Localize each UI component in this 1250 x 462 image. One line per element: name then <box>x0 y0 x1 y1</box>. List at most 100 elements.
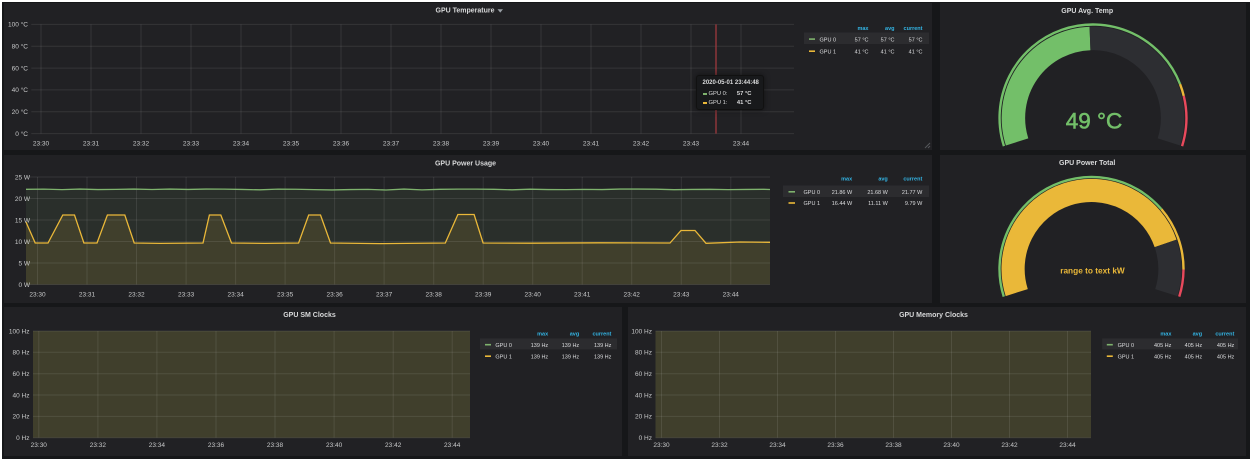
svg-text:80 °C: 80 °C <box>12 43 29 51</box>
svg-text:21.77 W: 21.77 W <box>902 190 923 196</box>
svg-text:23:41: 23:41 <box>583 140 600 147</box>
svg-text:41 °C: 41 °C <box>909 49 923 55</box>
svg-text:139 Hz: 139 Hz <box>531 343 549 349</box>
svg-text:GPU SM Clocks: GPU SM Clocks <box>283 312 336 319</box>
svg-text:100 Hz: 100 Hz <box>9 328 30 335</box>
svg-text:23:37: 23:37 <box>376 291 393 298</box>
svg-text:23:37: 23:37 <box>383 140 400 147</box>
svg-text:40 Hz: 40 Hz <box>13 392 30 399</box>
svg-text:current: current <box>903 176 922 182</box>
svg-text:GPU Temperature: GPU Temperature <box>436 7 495 14</box>
svg-text:23:40: 23:40 <box>326 442 343 449</box>
svg-text:GPU 0: GPU 0 <box>820 37 837 43</box>
svg-text:139 Hz: 139 Hz <box>594 343 612 349</box>
svg-text:20 °C: 20 °C <box>12 108 29 116</box>
svg-text:100 Hz: 100 Hz <box>631 328 652 335</box>
svg-text:21.86 W: 21.86 W <box>832 190 853 196</box>
svg-text:GPU Power Total: GPU Power Total <box>1059 160 1115 167</box>
svg-text:57 °C: 57 °C <box>909 37 923 43</box>
svg-text:60 Hz: 60 Hz <box>635 371 652 378</box>
svg-text:60 °C: 60 °C <box>12 64 29 72</box>
svg-text:0 °C: 0 °C <box>15 130 28 138</box>
svg-text:max: max <box>841 176 853 182</box>
svg-text:GPU Power Usage: GPU Power Usage <box>435 161 496 168</box>
svg-text:25 W: 25 W <box>15 174 31 181</box>
svg-text:23:36: 23:36 <box>326 291 343 298</box>
svg-text:current: current <box>592 332 611 338</box>
svg-text:10 W: 10 W <box>15 239 31 246</box>
svg-text:23:42: 23:42 <box>385 442 402 449</box>
svg-text:GPU 1: GPU 1 <box>820 49 837 55</box>
svg-text:405 Hz: 405 Hz <box>1185 343 1203 349</box>
svg-text:range to text kW: range to text kW <box>1060 266 1125 276</box>
svg-text:40 °C: 40 °C <box>12 86 29 94</box>
svg-text:57 °C: 57 °C <box>881 37 895 43</box>
svg-text:current: current <box>1215 332 1234 338</box>
svg-text:23:32: 23:32 <box>133 140 150 147</box>
svg-text:100 °C: 100 °C <box>8 21 28 29</box>
svg-text:0 Hz: 0 Hz <box>639 435 652 442</box>
svg-text:23:40: 23:40 <box>943 442 960 449</box>
svg-text:23:33: 23:33 <box>183 140 200 147</box>
svg-text:23:34: 23:34 <box>769 442 786 449</box>
svg-text:23:44: 23:44 <box>723 291 740 298</box>
svg-text:23:34: 23:34 <box>149 442 166 449</box>
svg-text:11.11 W: 11.11 W <box>868 201 888 207</box>
svg-text:23:36: 23:36 <box>333 140 350 147</box>
svg-text:23:34: 23:34 <box>233 140 250 147</box>
svg-text:GPU 0: GPU 0 <box>804 190 821 196</box>
svg-text:GPU 1: GPU 1 <box>1118 354 1135 360</box>
svg-text:21.68 W: 21.68 W <box>867 190 888 196</box>
svg-text:0 W: 0 W <box>18 282 30 289</box>
svg-text:GPU 0: GPU 0 <box>495 343 512 349</box>
svg-text:405 Hz: 405 Hz <box>1217 354 1235 360</box>
svg-text:23:35: 23:35 <box>283 140 300 147</box>
svg-text:80 Hz: 80 Hz <box>635 350 652 357</box>
svg-text:max: max <box>537 332 549 338</box>
svg-text:16.44 W: 16.44 W <box>832 201 853 207</box>
svg-text:139 Hz: 139 Hz <box>562 354 580 360</box>
svg-text:405 Hz: 405 Hz <box>1154 343 1172 349</box>
svg-text:23:30: 23:30 <box>31 442 48 449</box>
svg-text:GPU 1: GPU 1 <box>495 354 512 360</box>
svg-text:405 Hz: 405 Hz <box>1154 354 1172 360</box>
svg-text:40 Hz: 40 Hz <box>635 392 652 399</box>
svg-text:139 Hz: 139 Hz <box>594 354 612 360</box>
svg-text:23:44: 23:44 <box>1059 442 1076 449</box>
svg-text:avg: avg <box>1193 332 1202 338</box>
svg-text:41 °C: 41 °C <box>881 49 895 55</box>
svg-text:49 °C: 49 °C <box>1066 109 1123 134</box>
svg-text:0 Hz: 0 Hz <box>16 435 29 442</box>
svg-text:max: max <box>857 26 869 32</box>
svg-text:139 Hz: 139 Hz <box>562 343 580 349</box>
svg-text:23:38: 23:38 <box>267 442 284 449</box>
svg-text:23:34: 23:34 <box>227 291 244 298</box>
svg-text:23:42: 23:42 <box>1001 442 1018 449</box>
svg-text:20 W: 20 W <box>15 196 31 203</box>
svg-text:57 °C: 57 °C <box>855 37 869 43</box>
svg-text:23:30: 23:30 <box>29 291 46 298</box>
svg-text:20 Hz: 20 Hz <box>13 414 30 421</box>
svg-text:23:32: 23:32 <box>711 442 728 449</box>
svg-text:20 Hz: 20 Hz <box>635 414 652 421</box>
svg-text:23:31: 23:31 <box>79 291 96 298</box>
svg-text:23:40: 23:40 <box>533 140 550 147</box>
svg-text:23:44: 23:44 <box>733 140 750 147</box>
svg-text:405 Hz: 405 Hz <box>1185 354 1203 360</box>
svg-text:23:42: 23:42 <box>624 291 641 298</box>
svg-text:avg: avg <box>878 176 887 182</box>
svg-text:23:36: 23:36 <box>827 442 844 449</box>
svg-text:139 Hz: 139 Hz <box>531 354 549 360</box>
svg-text:avg: avg <box>570 332 579 338</box>
svg-text:23:30: 23:30 <box>33 140 50 147</box>
svg-text:15 W: 15 W <box>15 217 31 224</box>
svg-text:GPU 0: GPU 0 <box>1118 343 1135 349</box>
svg-text:60 Hz: 60 Hz <box>13 371 30 378</box>
svg-text:23:31: 23:31 <box>83 140 100 147</box>
svg-text:23:39: 23:39 <box>483 140 500 147</box>
svg-text:23:38: 23:38 <box>885 442 902 449</box>
svg-text:23:35: 23:35 <box>277 291 294 298</box>
svg-text:23:43: 23:43 <box>683 140 700 147</box>
svg-text:23:32: 23:32 <box>128 291 145 298</box>
svg-text:23:43: 23:43 <box>673 291 690 298</box>
